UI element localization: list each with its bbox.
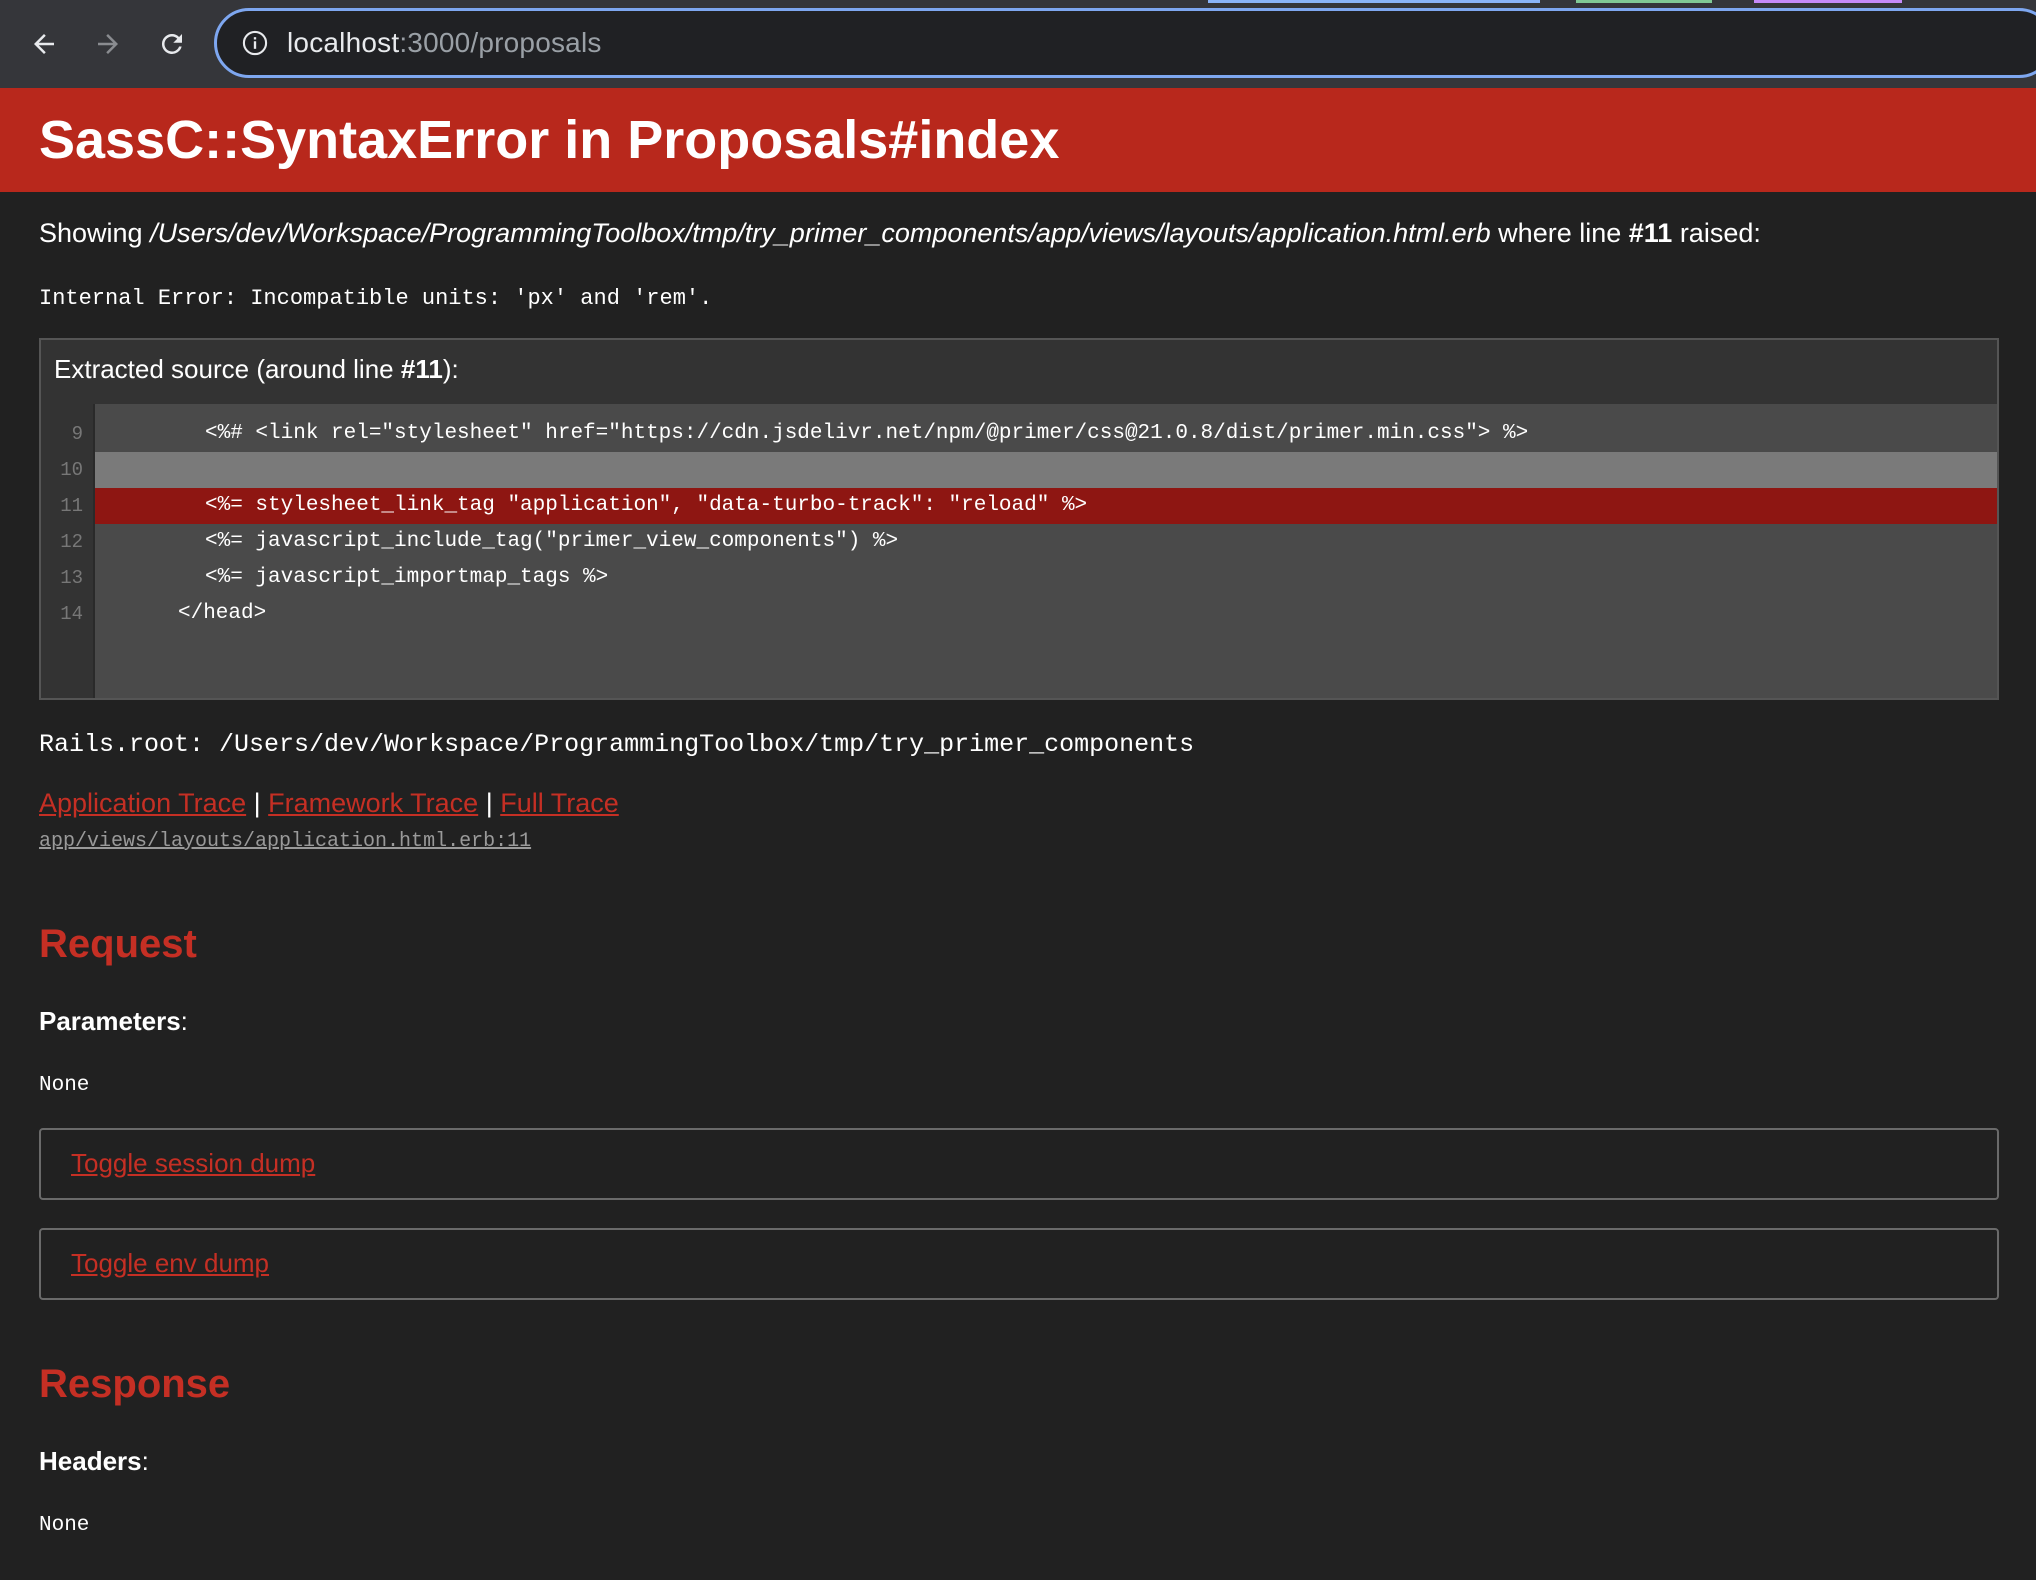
code-line: 14 </head>	[41, 596, 1997, 632]
code-line: 10	[41, 452, 1997, 488]
source-title-line: #11	[400, 354, 443, 384]
trace-links: Application Trace | Framework Trace | Fu…	[39, 788, 619, 819]
trace-separator: |	[246, 788, 269, 818]
session-dump-box: Toggle session dump	[39, 1128, 1999, 1200]
forward-button[interactable]	[86, 22, 130, 66]
showing-line: Showing /Users/dev/Workspace/Programming…	[39, 218, 1761, 249]
line-text: <%= javascript_include_tag("primer_view_…	[205, 530, 899, 553]
parameters-label-text: Parameters	[39, 1006, 181, 1036]
trace-separator: |	[478, 788, 501, 818]
showing-line-number: #11	[1628, 218, 1673, 248]
code-line: 12 <%= javascript_include_tag("primer_vi…	[41, 524, 1997, 560]
line-text: <%# <link rel="stylesheet" href="https:/…	[205, 422, 1529, 445]
full-trace-link[interactable]: Full Trace	[500, 788, 619, 818]
request-heading: Request	[39, 922, 197, 966]
template-path: /Users/dev/Workspace/ProgrammingToolbox/…	[150, 218, 1491, 248]
tab-indicator	[1754, 0, 1902, 3]
line-text: </head>	[178, 602, 267, 625]
trace-file-link[interactable]: app/views/layouts/application.html.erb:1…	[39, 830, 531, 853]
browser-toolbar: localhost:3000/proposals	[0, 0, 2036, 88]
showing-suffix: raised:	[1672, 218, 1761, 248]
line-number: 14	[60, 603, 83, 625]
source-title-suffix: ):	[442, 354, 459, 384]
parameters-label: Parameters:	[39, 1006, 188, 1036]
url-path: :3000/proposals	[399, 27, 602, 58]
showing-mid: where line	[1490, 218, 1629, 248]
line-text: <%= stylesheet_link_tag "application", "…	[205, 494, 1088, 517]
reload-button[interactable]	[150, 22, 194, 66]
line-text: <%= javascript_importmap_tags %>	[205, 566, 609, 589]
source-title-prefix: Extracted source (around line	[54, 354, 401, 384]
line-highlight	[95, 452, 1997, 488]
toggle-env-dump-link[interactable]: Toggle env dump	[71, 1248, 269, 1279]
parameters-value: None	[39, 1074, 90, 1097]
tab-indicator	[1208, 0, 1540, 3]
reload-icon	[161, 33, 182, 54]
error-header: SassC::SyntaxError in Proposals#index	[0, 88, 2036, 192]
forward-arrow-icon	[98, 34, 118, 54]
line-number: 12	[60, 531, 83, 553]
line-number: 9	[71, 423, 83, 445]
back-arrow-icon	[34, 34, 54, 54]
tab-indicator	[1576, 0, 1712, 3]
line-number: 11	[60, 495, 83, 517]
address-bar[interactable]: localhost:3000/proposals	[214, 8, 2036, 78]
source-title: Extracted source (around line #11):	[54, 354, 459, 385]
back-button[interactable]	[22, 22, 66, 66]
showing-prefix: Showing	[39, 218, 151, 248]
url-text[interactable]: localhost:3000/proposals	[287, 27, 602, 59]
env-dump-box: Toggle env dump	[39, 1228, 1999, 1300]
application-trace-link[interactable]: Application Trace	[39, 788, 246, 818]
error-message: Internal Error: Incompatible units: 'px'…	[39, 286, 713, 311]
headers-label-text: Headers	[39, 1446, 142, 1476]
code-line: 9 <%# <link rel="stylesheet" href="https…	[41, 416, 1997, 452]
url-host: localhost	[287, 27, 400, 58]
response-heading: Response	[39, 1362, 231, 1406]
code-line: 13 <%= javascript_importmap_tags %>	[41, 560, 1997, 596]
code-line-error: 11 <%= stylesheet_link_tag "application"…	[41, 488, 1997, 524]
line-number: 13	[60, 567, 83, 589]
headers-value: None	[39, 1514, 90, 1537]
line-number: 10	[60, 459, 83, 481]
headers-label: Headers:	[39, 1446, 149, 1476]
extracted-source: Extracted source (around line #11): 9 <%…	[39, 338, 1999, 700]
site-info-icon[interactable]	[239, 27, 271, 59]
source-code: 9 <%# <link rel="stylesheet" href="https…	[41, 404, 1997, 698]
page-title: SassC::SyntaxError in Proposals#index	[39, 110, 1060, 170]
toggle-session-dump-link[interactable]: Toggle session dump	[71, 1148, 315, 1179]
rails-root: Rails.root: /Users/dev/Workspace/Program…	[39, 730, 1195, 759]
framework-trace-link[interactable]: Framework Trace	[268, 788, 478, 818]
